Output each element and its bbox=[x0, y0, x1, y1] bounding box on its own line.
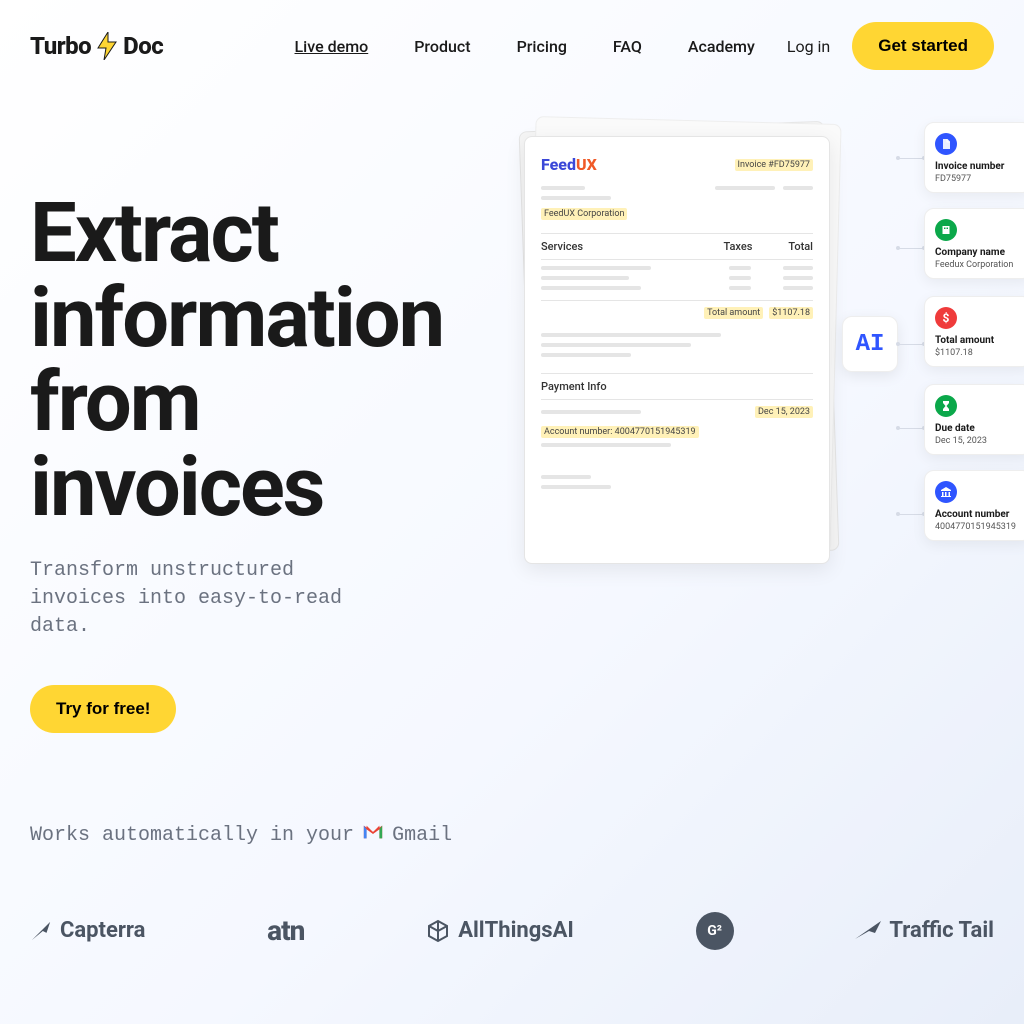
nav-live-demo[interactable]: Live demo bbox=[295, 37, 369, 56]
logo-allthingsai: AllThingsAI bbox=[426, 918, 574, 943]
hero: Extract information from invoices Transf… bbox=[0, 92, 1024, 733]
main-nav: Live demo Product Pricing FAQ Academy bbox=[295, 37, 755, 56]
title-line: from bbox=[30, 354, 200, 451]
card-label: Total amount bbox=[935, 335, 1021, 346]
card-label: Company name bbox=[935, 247, 1021, 258]
logo-traffic-tail: Traffic Tail bbox=[855, 918, 994, 943]
nav-pricing[interactable]: Pricing bbox=[517, 37, 567, 56]
hex-icon bbox=[426, 919, 450, 943]
logo-atn: atn bbox=[267, 914, 304, 947]
gmail-icon bbox=[362, 823, 384, 848]
col-taxes: Taxes bbox=[723, 240, 752, 253]
extract-card-due-date: Due date Dec 15, 2023 bbox=[924, 384, 1024, 455]
payment-info-heading: Payment Info bbox=[541, 380, 813, 393]
hero-illustration: FeedUX Invoice #FD75977 FeedUX Corporati… bbox=[490, 122, 994, 642]
hourglass-icon bbox=[935, 395, 957, 417]
header-actions: Log in Get started bbox=[787, 22, 994, 70]
col-services: Services bbox=[541, 240, 583, 253]
logo-text-b: Doc bbox=[123, 32, 163, 60]
extract-card-account: Account number 4004770151945319 bbox=[924, 470, 1024, 541]
extract-card-invoice-number: Invoice number FD75977 bbox=[924, 122, 1024, 193]
building-icon bbox=[935, 219, 957, 241]
brand-a: Feed bbox=[541, 155, 576, 174]
gmail-name: Gmail bbox=[392, 824, 452, 847]
bank-icon bbox=[935, 481, 957, 503]
card-label: Invoice number bbox=[935, 161, 1021, 172]
document-icon bbox=[935, 133, 957, 155]
company-highlight: FeedUX Corporation bbox=[541, 208, 627, 220]
gmail-note: Works automatically in your Gmail bbox=[0, 823, 1024, 848]
card-label: Account number bbox=[935, 509, 1021, 520]
total-label-highlight: Total amount bbox=[704, 307, 763, 319]
logo-text: Capterra bbox=[60, 918, 145, 943]
logo-g2: G² bbox=[696, 912, 734, 950]
hero-title: Extract information from invoices bbox=[30, 192, 470, 531]
hero-copy: Extract information from invoices Transf… bbox=[30, 122, 470, 733]
card-value: Dec 15, 2023 bbox=[935, 436, 1021, 446]
plane-icon bbox=[855, 921, 881, 941]
ai-icon: AI bbox=[842, 316, 898, 372]
logo-text-a: Turbo bbox=[30, 32, 91, 60]
account-highlight: Account number: 4004770151945319 bbox=[541, 426, 699, 438]
gmail-prefix: Works automatically in your bbox=[30, 824, 354, 847]
extract-card-total: $ Total amount $1107.18 bbox=[924, 296, 1024, 367]
col-total: Total bbox=[788, 240, 813, 253]
nav-product[interactable]: Product bbox=[414, 37, 470, 56]
card-value: Feedux Corporation bbox=[935, 260, 1021, 270]
title-line: invoices bbox=[30, 439, 323, 536]
logo-text: Traffic Tail bbox=[889, 918, 994, 943]
lightning-icon bbox=[95, 32, 119, 60]
nav-academy[interactable]: Academy bbox=[688, 37, 755, 56]
arrow-icon bbox=[30, 920, 52, 942]
invoice-number-highlight: Invoice #FD75977 bbox=[735, 159, 813, 171]
card-value: FD75977 bbox=[935, 174, 1021, 184]
hero-subtitle: Transform unstructured invoices into eas… bbox=[30, 557, 390, 641]
title-line: information bbox=[30, 270, 443, 367]
card-label: Due date bbox=[935, 423, 1021, 434]
brand-logo[interactable]: Turbo Doc bbox=[30, 32, 163, 60]
title-line: Extract bbox=[30, 185, 278, 282]
extract-card-company: Company name Feedux Corporation bbox=[924, 208, 1024, 279]
login-link[interactable]: Log in bbox=[787, 37, 830, 56]
invoice-logo: FeedUX bbox=[541, 155, 597, 174]
header: Turbo Doc Live demo Product Pricing FAQ … bbox=[0, 0, 1024, 92]
card-value: 4004770151945319 bbox=[935, 522, 1021, 532]
nav-faq[interactable]: FAQ bbox=[613, 37, 642, 56]
card-value: $1107.18 bbox=[935, 348, 1021, 358]
try-free-button[interactable]: Try for free! bbox=[30, 685, 176, 733]
get-started-button[interactable]: Get started bbox=[852, 22, 994, 70]
date-highlight: Dec 15, 2023 bbox=[755, 406, 813, 418]
invoice-doc: FeedUX Invoice #FD75977 FeedUX Corporati… bbox=[524, 136, 830, 564]
total-value-highlight: $1107.18 bbox=[769, 307, 813, 319]
brand-b: UX bbox=[576, 155, 597, 174]
logo-capterra: Capterra bbox=[30, 918, 145, 943]
logo-text: AllThingsAI bbox=[458, 918, 574, 943]
dollar-icon: $ bbox=[935, 307, 957, 329]
partner-logos: Capterra atn AllThingsAI G² Traffic Tail bbox=[0, 912, 1024, 950]
